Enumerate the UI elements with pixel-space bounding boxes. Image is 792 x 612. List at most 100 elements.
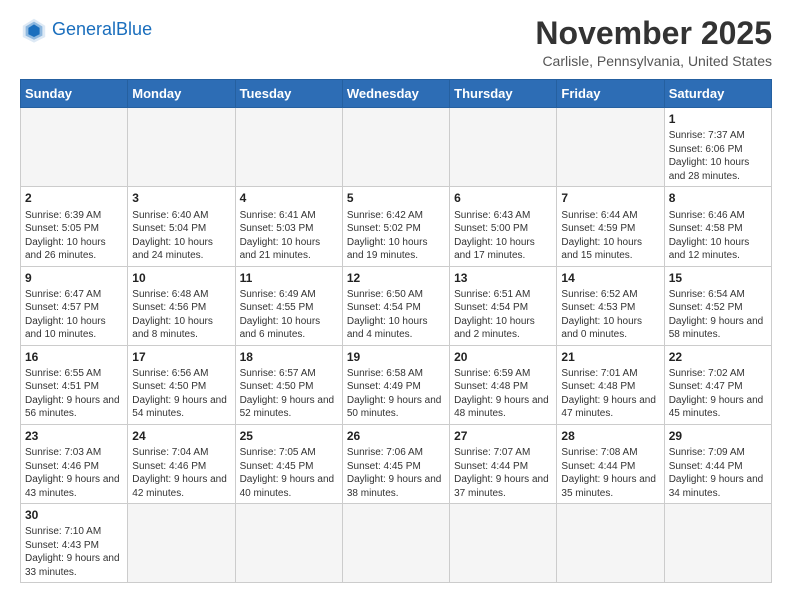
- day-info: Sunrise: 7:10 AM Sunset: 4:43 PM Dayligh…: [25, 525, 123, 579]
- table-row: [235, 108, 342, 187]
- day-number: 19: [347, 349, 445, 365]
- table-row: 8Sunrise: 6:46 AM Sunset: 4:58 PM Daylig…: [664, 187, 771, 266]
- table-row: 28 Sunrise: 7:08 AM Sunset: 4:44 PM Dayli…: [557, 424, 664, 503]
- table-row: 6Sunrise: 6:43 AM Sunset: 5:00 PM Daylig…: [450, 187, 557, 266]
- day-number: 6: [454, 190, 552, 206]
- col-wednesday: Wednesday: [342, 80, 449, 108]
- day-info: Sunrise: 7:02 AM Sunset: 4:47 PM Dayligh…: [669, 367, 767, 421]
- day-info: Sunrise: 6:42 AM Sunset: 5:02 PM Dayligh…: [347, 209, 445, 263]
- table-row: 30 Sunrise: 7:10 AM Sunset: 4:43 PM Dayli…: [21, 504, 128, 583]
- table-row: 24 Sunrise: 7:04 AM Sunset: 4:46 PM Dayli…: [128, 424, 235, 503]
- table-row: 13 Sunrise: 6:51 AM Sunset: 4:54 PM Dayli…: [450, 266, 557, 345]
- table-row: 14Sunrise: 6:52 AM Sunset: 4:53 PM Dayli…: [557, 266, 664, 345]
- day-info: Sunrise: 6:51 AM Sunset: 4:54 PM Dayligh…: [454, 288, 552, 342]
- day-info: Sunrise: 7:05 AM Sunset: 4:45 PM Dayligh…: [240, 446, 338, 500]
- table-row: 21 Sunrise: 7:01 AM Sunset: 4:48 PM Dayli…: [557, 345, 664, 424]
- day-number: 21: [561, 349, 659, 365]
- title-block: November 2025 Carlisle, Pennsylvania, Un…: [535, 16, 772, 69]
- table-row: 20 Sunrise: 6:59 AM Sunset: 4:48 PM Dayli…: [450, 345, 557, 424]
- day-info: Sunrise: 6:41 AM Sunset: 5:03 PM Dayligh…: [240, 209, 338, 263]
- col-thursday: Thursday: [450, 80, 557, 108]
- day-info: Sunrise: 6:54 AM Sunset: 4:52 PM Dayligh…: [669, 288, 767, 342]
- day-number: 2: [25, 190, 123, 206]
- generalblue-logo-icon: [20, 16, 48, 44]
- day-info: Sunrise: 6:52 AM Sunset: 4:53 PM Dayligh…: [561, 288, 659, 342]
- day-info: Sunrise: 6:47 AM Sunset: 4:57 PM Dayligh…: [25, 288, 123, 342]
- day-info: Sunrise: 6:44 AM Sunset: 4:59 PM Dayligh…: [561, 209, 659, 263]
- table-row: 5 Sunrise: 6:42 AM Sunset: 5:02 PM Daylig…: [342, 187, 449, 266]
- day-number: 12: [347, 270, 445, 286]
- day-info: Sunrise: 6:55 AM Sunset: 4:51 PM Dayligh…: [25, 367, 123, 421]
- day-info: Sunrise: 6:58 AM Sunset: 4:49 PM Dayligh…: [347, 367, 445, 421]
- table-row: 29 Sunrise: 7:09 AM Sunset: 4:44 PM Dayli…: [664, 424, 771, 503]
- page: GeneralBlue November 2025 Carlisle, Penn…: [0, 0, 792, 612]
- day-info: Sunrise: 7:09 AM Sunset: 4:44 PM Dayligh…: [669, 446, 767, 500]
- month-title: November 2025: [535, 16, 772, 51]
- table-row: 9 Sunrise: 6:47 AM Sunset: 4:57 PM Daylig…: [21, 266, 128, 345]
- day-info: Sunrise: 6:50 AM Sunset: 4:54 PM Dayligh…: [347, 288, 445, 342]
- header: GeneralBlue November 2025 Carlisle, Penn…: [20, 16, 772, 69]
- col-sunday: Sunday: [21, 80, 128, 108]
- table-row: 19 Sunrise: 6:58 AM Sunset: 4:49 PM Dayli…: [342, 345, 449, 424]
- table-row: 7Sunrise: 6:44 AM Sunset: 4:59 PM Daylig…: [557, 187, 664, 266]
- table-row: [128, 504, 235, 583]
- table-row: 16 Sunrise: 6:55 AM Sunset: 4:51 PM Dayli…: [21, 345, 128, 424]
- logo-general: General: [52, 19, 116, 39]
- day-info: Sunrise: 7:06 AM Sunset: 4:45 PM Dayligh…: [347, 446, 445, 500]
- day-info: Sunrise: 6:59 AM Sunset: 4:48 PM Dayligh…: [454, 367, 552, 421]
- table-row: 25 Sunrise: 7:05 AM Sunset: 4:45 PM Dayli…: [235, 424, 342, 503]
- day-info: Sunrise: 6:39 AM Sunset: 5:05 PM Dayligh…: [25, 209, 123, 263]
- table-row: [21, 108, 128, 187]
- day-number: 16: [25, 349, 123, 365]
- day-number: 17: [132, 349, 230, 365]
- day-info: Sunrise: 7:04 AM Sunset: 4:46 PM Dayligh…: [132, 446, 230, 500]
- logo-blue: Blue: [116, 19, 152, 39]
- day-info: Sunrise: 7:01 AM Sunset: 4:48 PM Dayligh…: [561, 367, 659, 421]
- table-row: [450, 108, 557, 187]
- day-number: 29: [669, 428, 767, 444]
- day-info: Sunrise: 6:57 AM Sunset: 4:50 PM Dayligh…: [240, 367, 338, 421]
- day-number: 3: [132, 190, 230, 206]
- day-number: 28: [561, 428, 659, 444]
- day-info: Sunrise: 6:46 AM Sunset: 4:58 PM Dayligh…: [669, 209, 767, 263]
- table-row: 3Sunrise: 6:40 AM Sunset: 5:04 PM Daylig…: [128, 187, 235, 266]
- day-info: Sunrise: 6:56 AM Sunset: 4:50 PM Dayligh…: [132, 367, 230, 421]
- table-row: [342, 504, 449, 583]
- day-info: Sunrise: 7:07 AM Sunset: 4:44 PM Dayligh…: [454, 446, 552, 500]
- calendar-header-row: Sunday Monday Tuesday Wednesday Thursday…: [21, 80, 772, 108]
- day-number: 13: [454, 270, 552, 286]
- day-number: 24: [132, 428, 230, 444]
- table-row: [450, 504, 557, 583]
- day-number: 1: [669, 111, 767, 127]
- table-row: 15 Sunrise: 6:54 AM Sunset: 4:52 PM Dayli…: [664, 266, 771, 345]
- table-row: 26Sunrise: 7:06 AM Sunset: 4:45 PM Dayli…: [342, 424, 449, 503]
- day-number: 15: [669, 270, 767, 286]
- col-tuesday: Tuesday: [235, 80, 342, 108]
- day-info: Sunrise: 6:49 AM Sunset: 4:55 PM Dayligh…: [240, 288, 338, 342]
- day-number: 27: [454, 428, 552, 444]
- day-number: 9: [25, 270, 123, 286]
- table-row: [128, 108, 235, 187]
- table-row: [235, 504, 342, 583]
- col-friday: Friday: [557, 80, 664, 108]
- day-info: Sunrise: 7:08 AM Sunset: 4:44 PM Dayligh…: [561, 446, 659, 500]
- day-number: 11: [240, 270, 338, 286]
- table-row: [557, 504, 664, 583]
- table-row: 27 Sunrise: 7:07 AM Sunset: 4:44 PM Dayli…: [450, 424, 557, 503]
- day-number: 25: [240, 428, 338, 444]
- table-row: [664, 504, 771, 583]
- table-row: 12 Sunrise: 6:50 AM Sunset: 4:54 PM Dayli…: [342, 266, 449, 345]
- table-row: 2 Sunrise: 6:39 AM Sunset: 5:05 PM Daylig…: [21, 187, 128, 266]
- col-saturday: Saturday: [664, 80, 771, 108]
- day-number: 20: [454, 349, 552, 365]
- day-info: Sunrise: 6:48 AM Sunset: 4:56 PM Dayligh…: [132, 288, 230, 342]
- day-number: 22: [669, 349, 767, 365]
- day-number: 5: [347, 190, 445, 206]
- table-row: [557, 108, 664, 187]
- table-row: 11 Sunrise: 6:49 AM Sunset: 4:55 PM Dayli…: [235, 266, 342, 345]
- table-row: 10 Sunrise: 6:48 AM Sunset: 4:56 PM Dayli…: [128, 266, 235, 345]
- table-row: 22 Sunrise: 7:02 AM Sunset: 4:47 PM Dayli…: [664, 345, 771, 424]
- day-number: 10: [132, 270, 230, 286]
- day-number: 30: [25, 507, 123, 523]
- day-info: Sunrise: 7:37 AM Sunset: 6:06 PM Dayligh…: [669, 129, 767, 183]
